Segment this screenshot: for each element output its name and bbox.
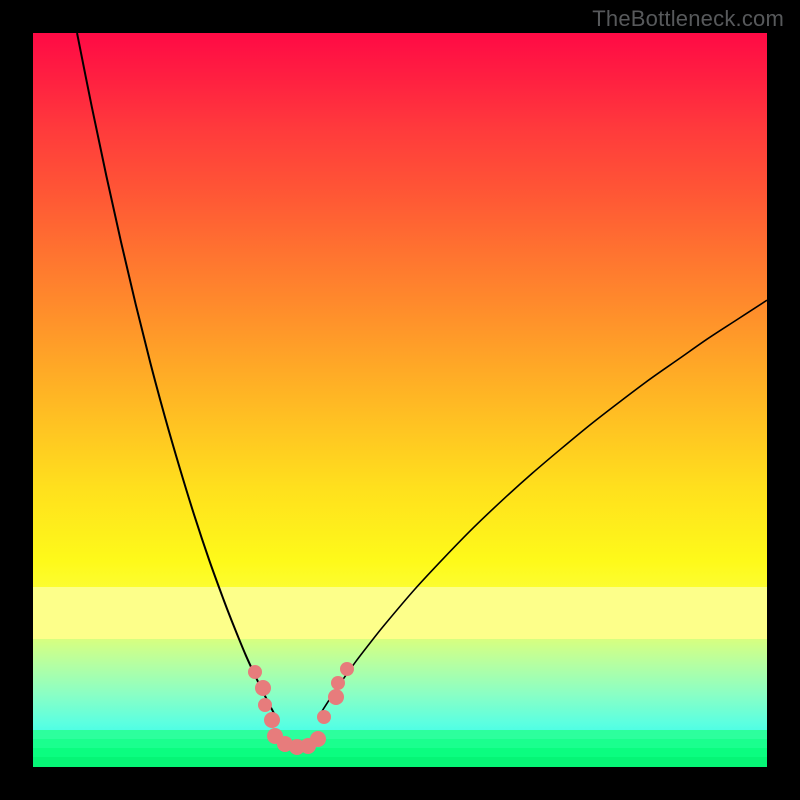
right-curve-path bbox=[319, 300, 767, 715]
data-marker bbox=[331, 676, 345, 690]
data-marker bbox=[255, 680, 271, 696]
data-marker bbox=[264, 712, 280, 728]
data-marker bbox=[310, 731, 326, 747]
watermark-text: TheBottleneck.com bbox=[592, 6, 784, 32]
chart-stage: TheBottleneck.com bbox=[0, 0, 800, 800]
data-marker bbox=[258, 698, 272, 712]
data-marker bbox=[340, 662, 354, 676]
data-marker bbox=[328, 689, 344, 705]
plot-area bbox=[33, 33, 767, 767]
data-marker bbox=[248, 665, 262, 679]
curve-svg bbox=[33, 33, 767, 767]
left-curve-path bbox=[77, 33, 275, 716]
data-marker bbox=[317, 710, 331, 724]
